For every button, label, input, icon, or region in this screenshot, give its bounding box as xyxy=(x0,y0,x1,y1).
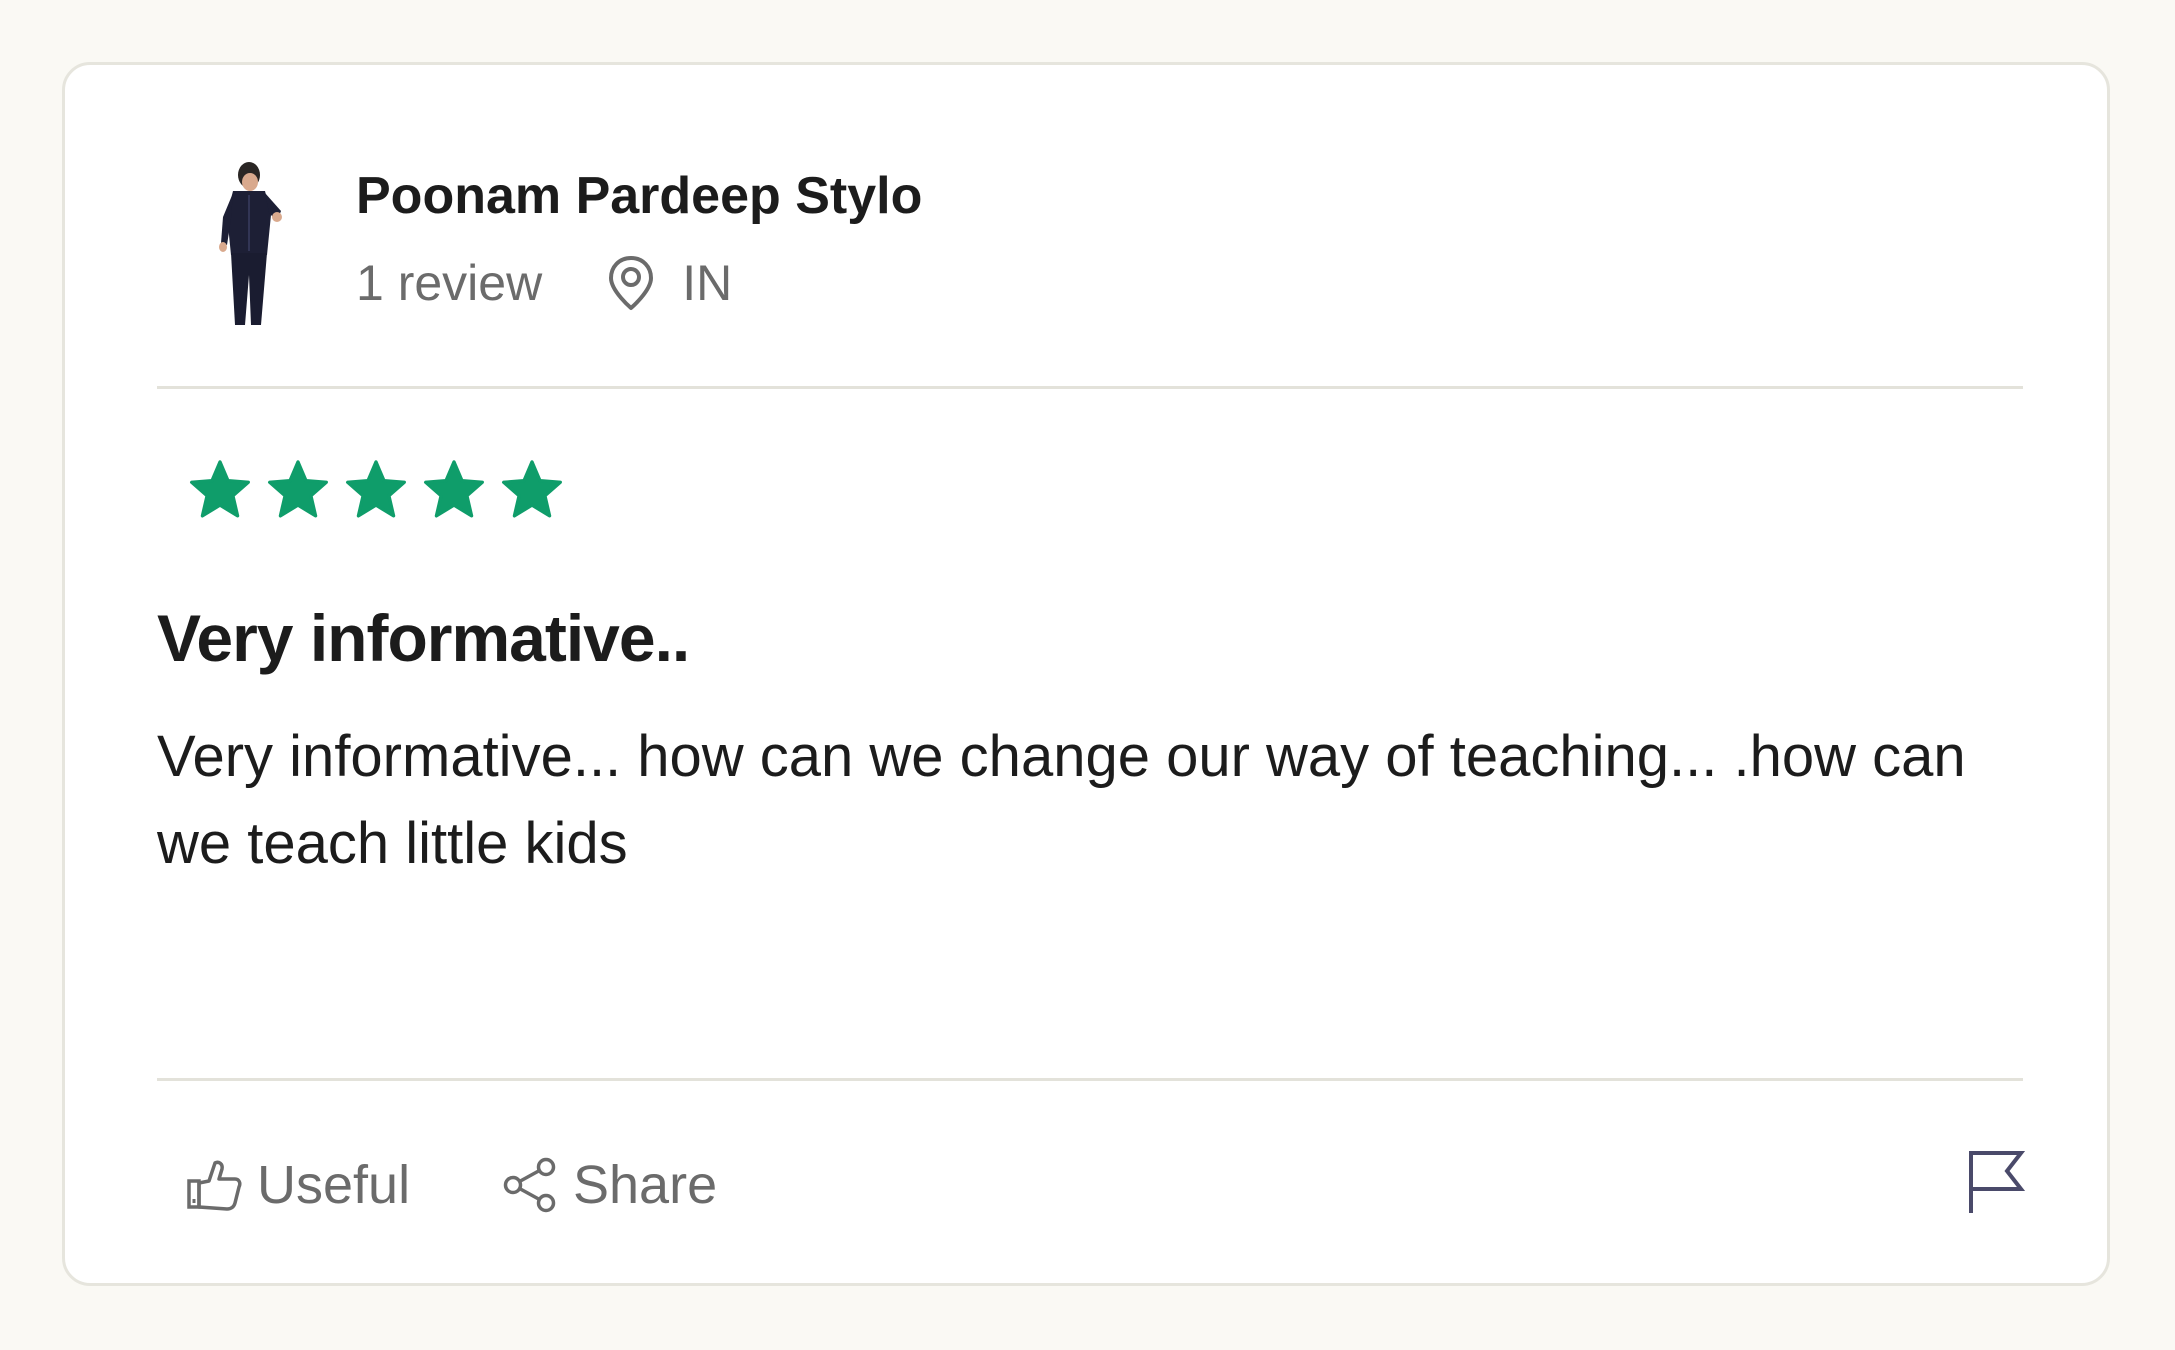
review-card: Poonam Pardeep Stylo 1 review IN Very in… xyxy=(62,62,2110,1286)
avatar-image xyxy=(161,155,341,335)
report-flag-button[interactable] xyxy=(1965,1147,2027,1217)
star-icon xyxy=(502,460,562,518)
star-icon xyxy=(190,460,250,518)
review-body: Very informative... how can we change ou… xyxy=(157,724,1966,876)
share-button[interactable]: Share xyxy=(501,1150,717,1220)
useful-label: Useful xyxy=(257,1155,411,1215)
star-icon xyxy=(346,460,406,518)
avatar[interactable] xyxy=(161,155,341,335)
review-title: Very informative.. xyxy=(157,601,690,675)
star-rating xyxy=(187,457,577,523)
review-count: 1 review xyxy=(356,255,543,311)
reviewer-meta: 1 review IN xyxy=(356,253,732,313)
useful-button[interactable]: Useful xyxy=(185,1150,410,1220)
flag-icon xyxy=(1969,1151,2026,1213)
divider xyxy=(157,386,2023,389)
reviewer-location: IN xyxy=(682,255,733,311)
share-icon xyxy=(503,1157,556,1213)
star-icon xyxy=(424,460,484,518)
share-label: Share xyxy=(573,1155,718,1215)
location-pin-icon xyxy=(609,256,654,310)
divider xyxy=(157,1078,2023,1081)
star-icon xyxy=(268,460,328,518)
reviewer-name[interactable]: Poonam Pardeep Stylo xyxy=(356,166,922,226)
thumbs-up-icon xyxy=(187,1160,242,1211)
